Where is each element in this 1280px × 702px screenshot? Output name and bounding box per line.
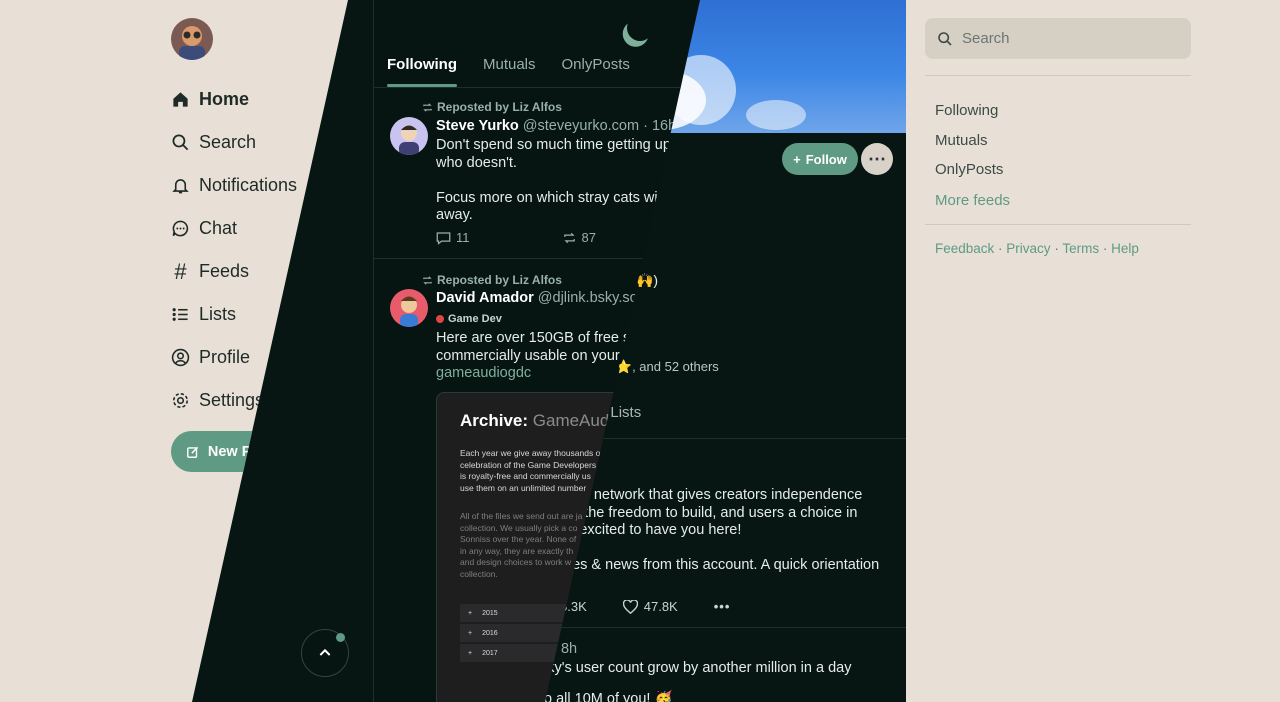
avatar[interactable] <box>390 117 428 155</box>
search-icon <box>938 31 952 46</box>
badge-dot-icon <box>436 315 444 323</box>
feeds-list: Following Mutuals OnlyPosts More feeds <box>935 96 1010 215</box>
repost-icon <box>423 275 432 285</box>
feed-link-following[interactable]: Following <box>935 96 1010 126</box>
nav-chat[interactable]: Chat <box>171 207 297 250</box>
tab-onlyposts[interactable]: OnlyPosts <box>562 56 630 73</box>
divider <box>925 75 1191 76</box>
home-icon <box>171 90 190 109</box>
feed-tabs: Following Mutuals OnlyPosts <box>387 56 630 87</box>
divider <box>925 224 1191 225</box>
likes-count[interactable]: 47.8K <box>622 599 678 614</box>
comment-icon <box>436 231 451 245</box>
tab-lists[interactable]: Lists <box>610 404 641 421</box>
post-link[interactable]: gameaudiogdc <box>436 365 531 381</box>
search-icon <box>171 133 190 152</box>
repost-button[interactable]: 87 <box>562 230 596 245</box>
avatar[interactable] <box>390 289 428 327</box>
nav-notifications[interactable]: Notifications <box>171 164 297 207</box>
footer-links: Feedback · Privacy · Terms · Help <box>935 241 1139 256</box>
user-avatar[interactable] <box>171 18 213 60</box>
search-input[interactable]: Search <box>925 18 1191 59</box>
nav-feeds[interactable]: # Feeds <box>171 250 297 293</box>
hash-icon: # <box>174 258 187 284</box>
embed-title: Archive: GameAudi <box>460 411 614 430</box>
bell-icon <box>171 176 190 195</box>
more-options-button[interactable]: ⋯ <box>861 143 893 175</box>
nav-search[interactable]: Search <box>171 121 297 164</box>
author-badge: Game Dev <box>436 313 502 325</box>
reply-button[interactable]: 11 <box>436 230 470 245</box>
repost-label: Reposted by Liz Alfos <box>422 273 562 287</box>
help-link[interactable]: Help <box>1111 241 1139 256</box>
post-menu-icon[interactable]: ••• <box>714 599 731 614</box>
terms-link[interactable]: Terms <box>1062 241 1099 256</box>
scroll-to-top-button[interactable] <box>301 629 349 677</box>
column-border <box>373 0 374 702</box>
logo-moon-icon[interactable] <box>623 11 656 44</box>
notification-dot <box>336 633 345 642</box>
tab-mutuals[interactable]: Mutuals <box>483 56 536 73</box>
nav-home[interactable]: Home <box>171 78 297 121</box>
author-name: Steve Yurko <box>436 118 519 134</box>
year-row: +2015 <box>460 604 580 622</box>
author-name: David Amador <box>436 290 534 306</box>
follow-button[interactable]: + Follow <box>782 143 858 175</box>
feedback-link[interactable]: Feedback <box>935 241 994 256</box>
tab-following[interactable]: Following <box>387 56 457 87</box>
post-actions: 11 87 <box>436 230 596 245</box>
compose-icon <box>186 446 199 458</box>
post-preview: o · 8h sky's user count grow by another … <box>540 641 852 702</box>
repost-icon <box>563 232 575 243</box>
heart-icon <box>622 599 638 614</box>
repost-label: Reposted by Liz Alfos <box>422 100 562 114</box>
feed-link-onlyposts[interactable]: OnlyPosts <box>935 155 1010 185</box>
user-circle-icon <box>171 348 190 367</box>
plus-icon: + <box>793 151 801 167</box>
author-handle: @steveyurko.com <box>522 118 640 134</box>
chat-bubble-icon <box>171 219 190 238</box>
post-header: Steve Yurko @steveyurko.com · 16h <box>436 118 676 134</box>
profile-bio: ocial network that gives creators indepe… <box>560 487 880 573</box>
chevron-up-icon <box>319 648 331 656</box>
repost-icon <box>423 102 432 112</box>
post-stats: 8.3K 47.8K ••• <box>560 599 730 614</box>
post-header: David Amador @djlink.bsky.soc <box>436 290 645 306</box>
list-icon <box>171 305 190 324</box>
author-handle: @djlink.bsky.soc <box>537 290 645 306</box>
privacy-link[interactable]: Privacy <box>1006 241 1050 256</box>
feed-link-mutuals[interactable]: Mutuals <box>935 126 1010 156</box>
gear-icon <box>171 391 190 410</box>
more-feeds-link[interactable]: More feeds <box>935 186 1010 216</box>
